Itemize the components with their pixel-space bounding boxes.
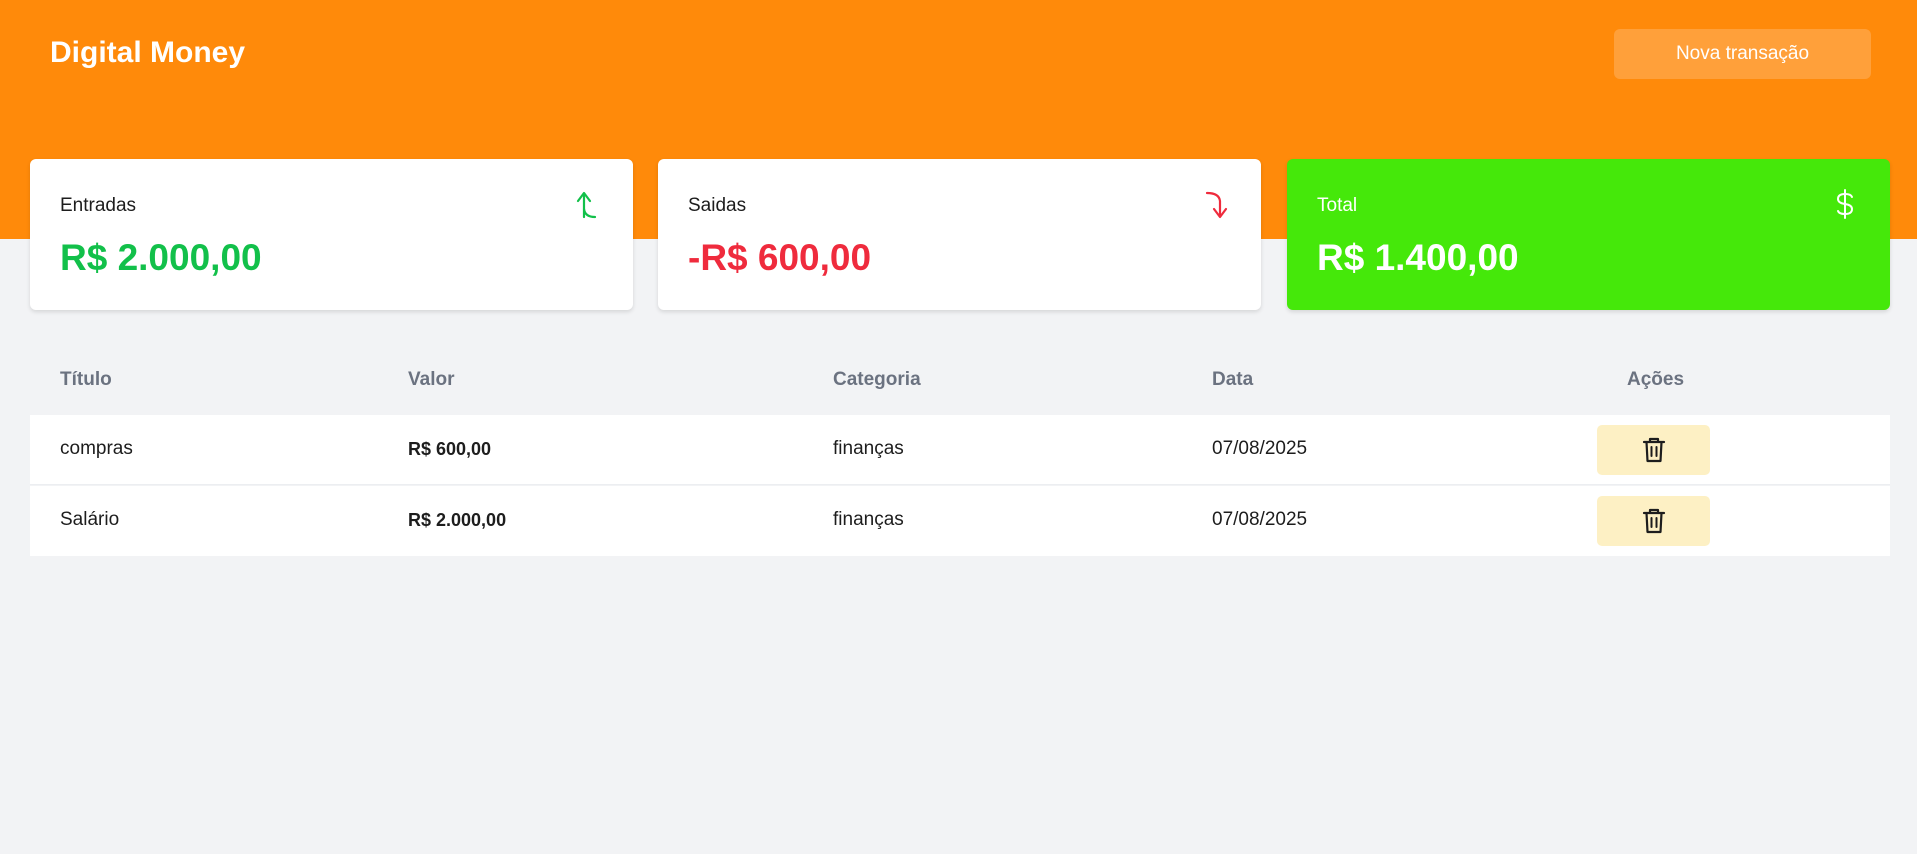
expense-card: Saidas -R$ 600,00 bbox=[658, 159, 1261, 310]
arrow-down-icon bbox=[1205, 191, 1228, 219]
trash-icon bbox=[1642, 437, 1665, 463]
delete-button[interactable] bbox=[1597, 425, 1710, 475]
row-date: 07/08/2025 bbox=[1212, 509, 1308, 530]
expense-label: Saidas bbox=[688, 195, 747, 216]
row-title: Salário bbox=[60, 509, 120, 530]
total-value: R$ 1.400,00 bbox=[1317, 237, 1519, 278]
arrow-up-icon bbox=[576, 191, 597, 219]
row-category: finanças bbox=[833, 438, 904, 459]
column-header-title: Título bbox=[60, 369, 112, 390]
total-card: Total R$ 1.400,00 bbox=[1287, 159, 1890, 310]
table-header: Título Valor Categoria Data Ações bbox=[30, 365, 1890, 397]
column-header-actions: Ações bbox=[1627, 369, 1685, 390]
row-title: compras bbox=[60, 438, 133, 459]
expense-value: -R$ 600,00 bbox=[688, 237, 872, 278]
row-category: finanças bbox=[833, 509, 904, 530]
income-card: Entradas R$ 2.000,00 bbox=[30, 159, 633, 310]
dollar-icon bbox=[1836, 189, 1854, 219]
table-row: Salário R$ 2.000,00 finanças 07/08/2025 bbox=[30, 486, 1890, 556]
row-value: R$ 600,00 bbox=[408, 439, 492, 459]
trash-icon bbox=[1642, 508, 1665, 534]
income-value: R$ 2.000,00 bbox=[60, 237, 262, 278]
income-label: Entradas bbox=[60, 195, 137, 216]
row-date: 07/08/2025 bbox=[1212, 438, 1308, 459]
total-label: Total bbox=[1317, 195, 1358, 216]
app-title: Digital Money bbox=[50, 36, 246, 69]
column-header-value: Valor bbox=[408, 369, 455, 390]
column-header-date: Data bbox=[1212, 369, 1254, 390]
delete-button[interactable] bbox=[1597, 496, 1710, 546]
new-transaction-button[interactable]: Nova transação bbox=[1614, 29, 1871, 79]
column-header-category: Categoria bbox=[833, 369, 921, 390]
row-value: R$ 2.000,00 bbox=[408, 510, 507, 530]
table-row: compras R$ 600,00 finanças 07/08/2025 bbox=[30, 415, 1890, 485]
